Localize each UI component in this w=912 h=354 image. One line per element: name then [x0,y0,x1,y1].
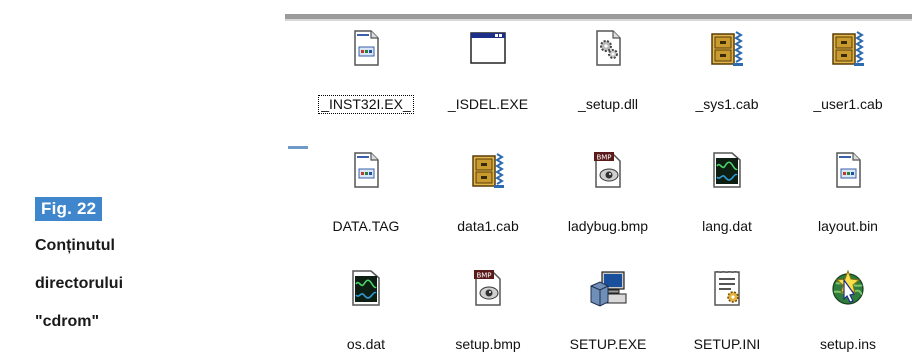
cabinet-archive-icon [468,150,508,190]
file-item[interactable]: DATA.TAG [304,150,428,236]
generic-file-icon [346,150,386,190]
caption-line-3: "cdrom" [35,313,100,330]
svg-text:BMP: BMP [476,272,491,280]
file-item[interactable]: layout.bin [786,150,910,236]
cabinet-archive-icon [828,28,868,68]
setup-globe-icon [828,268,868,308]
file-item[interactable]: BMP setup.bmp [426,268,550,354]
file-item[interactable]: SETUP.INI [665,268,789,354]
file-item[interactable]: _sys1.cab [665,28,789,114]
bmp-image-icon: BMP [468,268,508,308]
svg-text:BMP: BMP [596,154,611,162]
file-name-label: _ISDEL.EXE [447,96,529,112]
setup-computer-icon [588,268,628,308]
bmp-image-icon: BMP [588,150,628,190]
file-item[interactable]: SETUP.EXE [546,268,670,354]
caption-line-2: directorului [35,275,124,292]
file-item[interactable]: lang.dat [665,150,789,236]
file-item[interactable]: _INST32I.EX_ [304,28,428,114]
figure-number-badge: Fig. 22 [35,197,103,221]
file-item[interactable]: _ISDEL.EXE [426,28,550,114]
file-item[interactable]: data1.cab [426,150,550,236]
window-top-border [285,14,912,21]
file-name-label: SETUP.INI [693,336,761,352]
file-name-label: DATA.TAG [332,218,400,234]
file-name-label: _setup.dll [578,96,638,112]
file-name-label: _user1.cab [813,96,883,112]
dat-waveform-icon [346,268,386,308]
file-item[interactable]: _user1.cab [786,28,910,114]
file-name-label: ladybug.bmp [567,218,649,234]
cabinet-archive-icon [707,28,747,68]
file-item[interactable]: setup.ins [786,268,910,354]
caption-line-1: Conținutul [35,237,115,254]
file-name-label: os.dat [346,336,386,352]
generic-file-icon [828,150,868,190]
file-name-label: _sys1.cab [695,96,759,112]
file-name-label: setup.bmp [455,336,521,352]
blue-dash-mark [288,146,308,149]
figure-caption: Fig. 22 Conținutul directorului "cdrom" [35,197,123,335]
dat-waveform-icon [707,150,747,190]
file-name-label: setup.ins [819,336,877,352]
exe-window-icon [468,28,508,68]
file-name-label: data1.cab [457,218,519,234]
file-name-label: SETUP.EXE [569,336,647,352]
file-name-label: lang.dat [702,218,752,234]
file-name-label: _INST32I.EX_ [318,95,414,114]
file-name-label: layout.bin [818,218,878,234]
file-item[interactable]: _setup.dll [546,28,670,114]
file-item[interactable]: BMP ladybug.bmp [546,150,670,236]
dll-gear-icon [588,28,628,68]
generic-file-icon [346,28,386,68]
ini-config-icon [707,268,747,308]
file-item[interactable]: os.dat [304,268,428,354]
